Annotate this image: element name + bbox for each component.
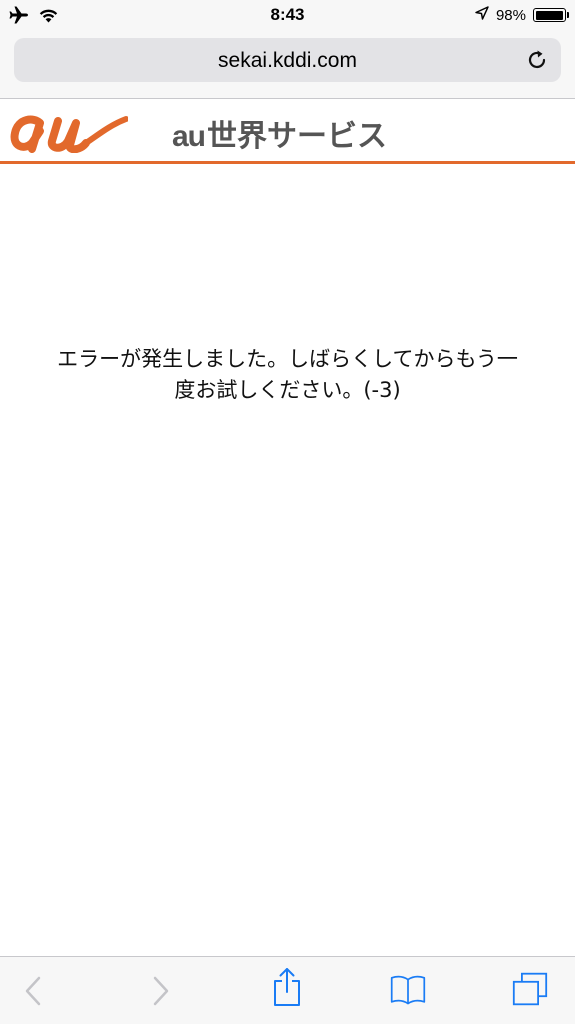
battery-percentage: 98% [495,6,526,24]
error-message-line-1: エラーが発生しました。しばらくしてからもう一 [57,347,518,371]
reload-icon[interactable] [525,48,549,72]
location-arrow-icon [475,6,489,24]
tabs-icon[interactable] [512,971,548,1007]
service-title: au 世界サービス [172,111,387,155]
browser-toolbar [0,956,575,1024]
error-message-line-2: 度お試しください。(-3) [174,378,401,402]
share-icon[interactable] [269,968,305,1006]
back-icon[interactable] [15,973,51,1009]
au-logo[interactable] [10,109,129,154]
service-title-name: 世界サービス [207,119,388,154]
url-text[interactable]: sekai.kddi.com [14,49,561,73]
forward-icon[interactable] [143,973,179,1009]
browser-address-area: sekai.kddi.com [0,30,575,99]
status-bar: 8:43 98% [0,0,575,30]
service-title-prefix: au [172,120,206,153]
site-header: au 世界サービス [0,99,575,164]
battery-icon [533,8,569,22]
address-bar[interactable]: sekai.kddi.com [14,38,561,82]
safari-screen: 8:43 98% sekai.kddi.com au 世界サービス エラーが発生… [0,0,575,1024]
bookmarks-icon[interactable] [390,971,426,1007]
error-message: エラーが発生しました。しばらくしてからもう一 度お試しください。(-3) [10,344,565,406]
